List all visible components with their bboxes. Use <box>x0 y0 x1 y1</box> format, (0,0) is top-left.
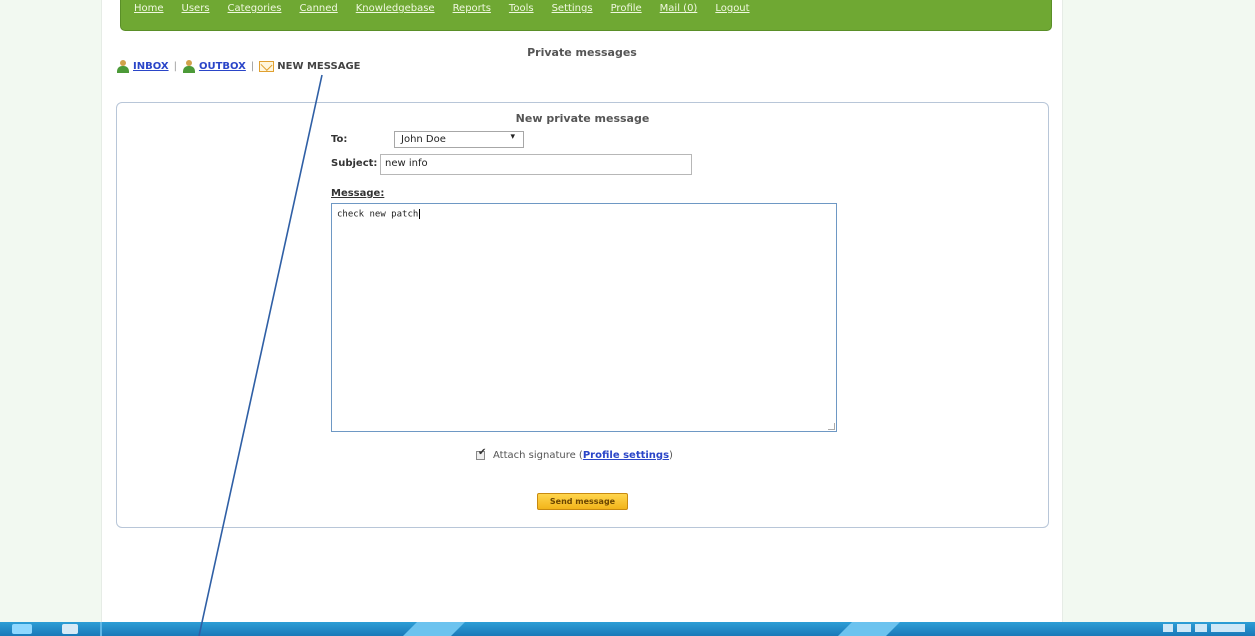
message-navigation: INBOX | OUTBOX | NEW MESSAGE <box>116 60 360 73</box>
nav-item[interactable]: Tools <box>509 3 534 14</box>
page-container: Home Users Categories Canned Knowledgebase Re… <box>101 0 1063 622</box>
top-navigation-bar: Home Users Categories Canned Knowledgebase Re… <box>120 0 1052 31</box>
attach-signature-checkbox[interactable]: ✔ <box>476 447 486 460</box>
nav-item[interactable]: Mail (0) <box>660 3 698 14</box>
subject-label: Subject: <box>331 158 378 169</box>
start-button[interactable] <box>12 624 32 634</box>
outbox-link[interactable]: OUTBOX <box>199 61 246 72</box>
attach-signature-close: ) <box>669 450 673 461</box>
to-label: To: <box>331 134 348 145</box>
checkmark-icon: ✔ <box>478 447 487 458</box>
send-message-button[interactable]: Send message <box>537 493 628 510</box>
separator: | <box>250 61 255 72</box>
user-icon <box>182 60 196 73</box>
new-message-label: NEW MESSAGE <box>277 61 361 72</box>
clock[interactable] <box>1211 624 1245 632</box>
system-tray <box>1163 624 1245 632</box>
nav-item[interactable]: Settings <box>552 3 593 14</box>
message-label: Message: <box>331 188 385 199</box>
dropdown-arrow-icon: ▾ <box>510 132 515 142</box>
network-icon[interactable] <box>1177 624 1191 632</box>
nav-item[interactable]: Profile <box>611 3 642 14</box>
new-message-panel: New private message To: John Doe ▾ Subje… <box>116 102 1049 528</box>
recipient-select[interactable]: John Doe ▾ <box>394 131 524 148</box>
attach-signature-row: ✔ Attach signature (Profile settings) <box>476 447 673 461</box>
top-nav-items: Home Users Categories Canned Knowledgebase Re… <box>134 3 768 14</box>
message-text: check new patch <box>337 209 419 220</box>
user-icon <box>116 60 130 73</box>
volume-icon[interactable] <box>1195 624 1207 632</box>
profile-settings-link[interactable]: Profile settings <box>583 450 669 461</box>
taskbar-app-icon[interactable] <box>62 624 78 634</box>
subject-input[interactable]: new info <box>380 154 692 175</box>
nav-item[interactable]: Home <box>134 3 164 14</box>
message-textarea[interactable]: check new patch <box>331 203 837 432</box>
mail-icon <box>259 61 275 72</box>
taskbar-divider <box>100 622 102 636</box>
nav-item[interactable]: Reports <box>453 3 491 14</box>
recipient-value: John Doe <box>401 134 446 145</box>
resize-handle[interactable] <box>828 423 835 430</box>
taskbar-decoration <box>838 622 900 636</box>
tray-icon[interactable] <box>1163 624 1173 632</box>
nav-item[interactable]: Categories <box>228 3 282 14</box>
page-title: Private messages <box>527 46 637 59</box>
nav-item[interactable]: Knowledgebase <box>356 3 435 14</box>
nav-item[interactable]: Users <box>182 3 210 14</box>
separator: | <box>173 61 177 72</box>
attach-signature-label: Attach signature ( <box>493 450 583 461</box>
inbox-link[interactable]: INBOX <box>133 61 169 72</box>
text-caret <box>419 209 421 219</box>
nav-item[interactable]: Canned <box>299 3 337 14</box>
taskbar-decoration <box>403 622 465 636</box>
nav-item[interactable]: Logout <box>715 3 749 14</box>
panel-title: New private message <box>515 112 650 125</box>
windows-taskbar <box>0 622 1255 636</box>
